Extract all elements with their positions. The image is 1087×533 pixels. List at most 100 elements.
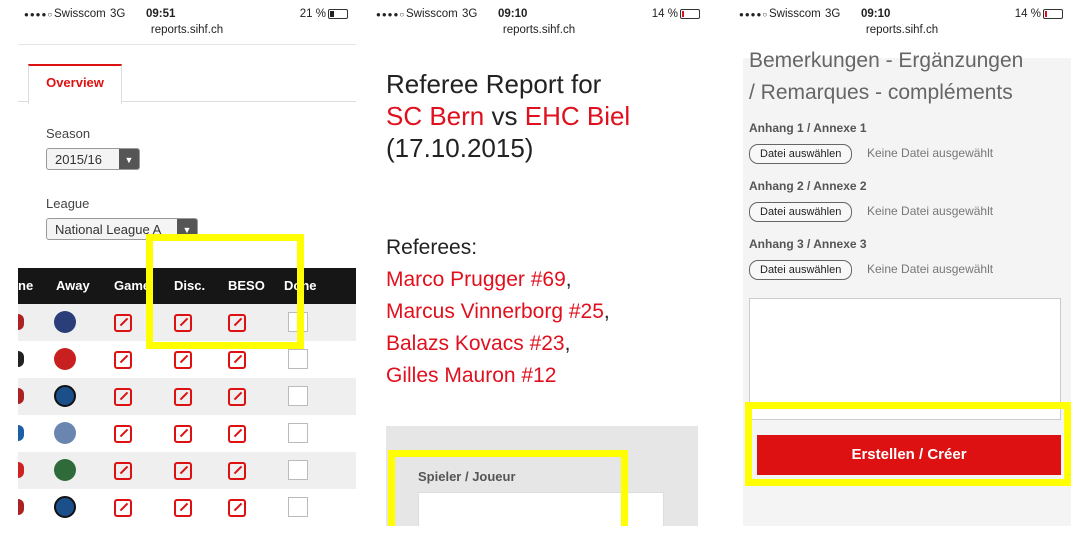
referee-report-screen: ●●●●○ Swisscom 3G 09:10 14 % reports.sih…	[370, 6, 708, 526]
battery-indicator: 14 %	[652, 8, 700, 20]
edit-game-icon[interactable]	[114, 388, 132, 406]
home-team-logo	[18, 499, 24, 515]
remarks-screen: ●●●●○ Swisscom 3G 09:10 14 % reports.sih…	[733, 6, 1071, 526]
network-label: 3G	[462, 8, 478, 20]
home-team-link[interactable]: SC Bern	[386, 101, 484, 131]
match-line: SC Bern vs EHC Biel	[386, 100, 630, 132]
done-checkbox[interactable]	[288, 423, 308, 443]
url-bar[interactable]: reports.sihf.ch	[733, 24, 1071, 40]
network-label: 3G	[825, 8, 841, 20]
url-bar[interactable]: reports.sihf.ch	[370, 24, 708, 40]
battery-icon	[680, 8, 700, 19]
carrier-label: Swisscom	[406, 8, 458, 20]
tab-overview[interactable]: Overview	[28, 64, 122, 104]
clock: 09:10	[861, 8, 891, 20]
edit-game-icon[interactable]	[114, 351, 132, 369]
referees-heading: Referees:	[386, 236, 478, 259]
edit-disc-icon[interactable]	[174, 425, 192, 443]
column-game: Game	[114, 278, 151, 293]
choose-file-button-2[interactable]: Datei auswählen	[749, 202, 853, 222]
battery-icon	[328, 8, 348, 19]
overview-screen: ●●●●○ Swisscom 3G 09:51 21 % reports.sih…	[18, 6, 356, 526]
home-team-logo	[18, 351, 24, 367]
table-row	[18, 452, 356, 489]
url-bar[interactable]: reports.sihf.ch	[18, 24, 356, 40]
done-checkbox[interactable]	[288, 386, 308, 406]
referee-link[interactable]: Balazs Kovacs #23,	[386, 332, 570, 356]
season-label: Season	[46, 126, 91, 141]
status-bar: ●●●●○ Swisscom 3G 09:51 21 %	[18, 6, 356, 24]
battery-indicator: 21 %	[300, 8, 348, 20]
team-logo-icon	[54, 422, 76, 444]
highlight-box	[388, 450, 628, 526]
edit-game-icon[interactable]	[114, 462, 132, 480]
edit-beso-icon[interactable]	[228, 351, 246, 369]
vs-label: vs	[491, 101, 518, 131]
edit-beso-icon[interactable]	[228, 425, 246, 443]
clock: 09:10	[498, 8, 528, 20]
carrier-label: Swisscom	[54, 8, 106, 20]
report-title: Referee Report for	[386, 69, 602, 99]
edit-beso-icon[interactable]	[228, 462, 246, 480]
home-team-logo	[18, 425, 24, 441]
table-row	[18, 378, 356, 415]
home-team-logo	[18, 462, 24, 478]
done-checkbox[interactable]	[288, 349, 308, 369]
home-team-logo	[18, 388, 24, 404]
done-checkbox[interactable]	[288, 460, 308, 480]
match-date: (17.10.2015)	[386, 133, 534, 163]
network-label: 3G	[110, 8, 126, 20]
annex-2-label: Anhang 2 / Annexe 2	[749, 179, 867, 193]
battery-percent: 21 %	[299, 8, 326, 20]
clock: 09:51	[146, 8, 176, 20]
choose-file-button-3[interactable]: Datei auswählen	[749, 260, 853, 280]
signal-icon: ●●●●○	[376, 10, 406, 19]
chevron-down-icon: ▼	[119, 149, 139, 169]
referee-link[interactable]: Gilles Mauron #12	[386, 364, 556, 388]
edit-disc-icon[interactable]	[174, 388, 192, 406]
edit-disc-icon[interactable]	[174, 351, 192, 369]
no-file-text-1: Keine Datei ausgewählt	[867, 146, 994, 160]
choose-file-button-1[interactable]: Datei auswählen	[749, 144, 853, 164]
status-bar: ●●●●○ Swisscom 3G 09:10 14 %	[370, 6, 708, 24]
battery-icon	[1043, 8, 1063, 19]
annex-3-label: Anhang 3 / Annexe 3	[749, 237, 867, 251]
battery-indicator: 14 %	[1015, 8, 1063, 20]
referee-link[interactable]: Marcus Vinnerborg #25,	[386, 300, 610, 324]
edit-game-icon[interactable]	[114, 499, 132, 517]
done-checkbox[interactable]	[288, 497, 308, 517]
edit-beso-icon[interactable]	[228, 499, 246, 517]
remarks-heading: Bemerkungen - Ergänzungen	[749, 49, 1024, 72]
signal-icon: ●●●●○	[24, 10, 54, 19]
highlight-box	[745, 402, 1071, 486]
no-file-text-2: Keine Datei ausgewählt	[867, 204, 994, 218]
edit-game-icon[interactable]	[114, 314, 132, 332]
no-file-text-3: Keine Datei ausgewählt	[867, 262, 994, 276]
league-label: League	[46, 196, 90, 211]
edit-game-icon[interactable]	[114, 425, 132, 443]
team-logo-icon	[54, 385, 76, 407]
away-team-link[interactable]: EHC Biel	[525, 101, 630, 131]
signal-icon: ●●●●○	[739, 10, 769, 19]
season-select[interactable]: 2015/16 ▼	[46, 148, 140, 170]
column-home: ne	[18, 278, 34, 293]
referee-link[interactable]: Marco Prugger #69,	[386, 268, 572, 292]
battery-percent: 14 %	[651, 8, 678, 20]
tab-bar: Overview	[18, 58, 356, 104]
edit-disc-icon[interactable]	[174, 499, 192, 517]
team-logo-icon	[54, 459, 76, 481]
edit-beso-icon[interactable]	[228, 388, 246, 406]
team-logo-icon	[54, 348, 76, 370]
battery-percent: 14 %	[1014, 8, 1041, 20]
team-logo-icon	[54, 311, 76, 333]
table-row	[18, 489, 356, 526]
edit-disc-icon[interactable]	[174, 462, 192, 480]
carrier-label: Swisscom	[769, 8, 821, 20]
status-bar: ●●●●○ Swisscom 3G 09:10 14 %	[733, 6, 1071, 24]
team-logo-icon	[54, 496, 76, 518]
column-away: Away	[56, 278, 90, 293]
table-row	[18, 415, 356, 452]
remarks-heading-fr: / Remarques - compléments	[749, 81, 1013, 104]
highlight-box	[146, 234, 304, 349]
annex-1-label: Anhang 1 / Annexe 1	[749, 121, 867, 135]
